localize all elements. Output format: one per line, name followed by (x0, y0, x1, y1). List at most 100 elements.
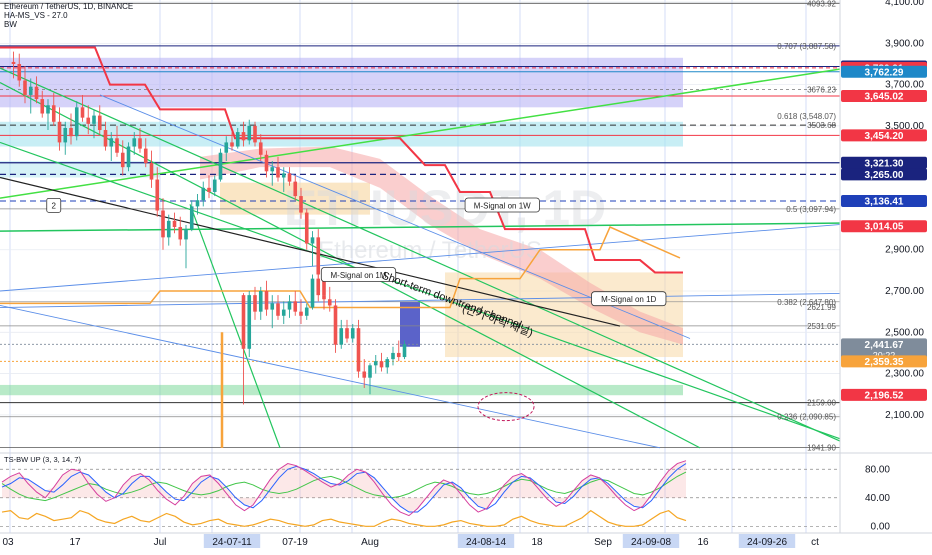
annotation-text-0: M-Signal on 1W (474, 201, 531, 210)
candle-26 (161, 198, 165, 250)
osc-title: TS-BW UP (3, 3, 14, 7) (4, 455, 81, 464)
candle-body-15 (97, 115, 102, 131)
candle-body-35 (212, 179, 217, 192)
candle-body-1 (17, 63, 22, 81)
candle-33 (201, 181, 206, 207)
candle-body-60 (270, 303, 275, 310)
time-label-1: 17 (69, 537, 81, 548)
candle-61 (276, 295, 280, 320)
osc-tick-1: 40.00 (865, 493, 890, 504)
candle-35 (212, 175, 217, 197)
candle-24 (149, 150, 154, 188)
candle-body-74 (350, 328, 355, 339)
level-label-9: 2159.00 (807, 399, 836, 408)
candle-body-12 (80, 107, 85, 118)
time-label-5: Aug (361, 537, 379, 548)
candle-body-7 (51, 105, 56, 122)
candle-body-42 (253, 125, 257, 143)
time-label-7: 18 (531, 537, 543, 548)
price-tag-9: 2,441.67 (865, 340, 904, 351)
level-label-10: 0.236 (2,090.85) (777, 413, 836, 422)
candle-body-29 (178, 227, 183, 240)
level-label-7: 2621.99 (807, 303, 836, 312)
candle-body-57 (253, 295, 257, 312)
candle-body-58 (258, 291, 263, 312)
candle-body-18 (115, 138, 119, 153)
price-chart[interactable]: ETHUSDT, 1D Ethereum / TetherUS M-Signal… (0, 0, 932, 550)
osc-orange-line (1, 509, 687, 527)
price-tick-1: 3,900.00 (885, 38, 924, 49)
candle-body-78 (373, 361, 378, 366)
candle-body-47 (281, 173, 286, 178)
candle-body-50 (299, 196, 303, 213)
candle-body-44 (264, 154, 269, 172)
candle-body-63 (287, 301, 292, 310)
candle-body-30 (184, 229, 188, 240)
price-tag-11: 2,196.52 (865, 390, 904, 401)
candle-body-75 (356, 328, 361, 372)
chart-stage[interactable]: ETHUSDT, 1D Ethereum / TetherUS M-Signal… (0, 0, 932, 550)
candle-body-34 (207, 187, 211, 192)
price-tag-4: 3,454.20 (865, 131, 904, 142)
candle-body-17 (109, 138, 114, 147)
candle-body-5 (40, 99, 45, 114)
candle-66 (304, 303, 309, 320)
candle-71 (333, 299, 338, 353)
level-label-2: 3676.23 (807, 86, 836, 95)
candle-body-68 (316, 278, 321, 296)
candle-body-73 (345, 328, 349, 339)
candle-body-23 (143, 148, 148, 164)
price-tag-6: 3,265.00 (865, 170, 904, 181)
time-label-4: 07-19 (282, 537, 308, 548)
candle-body-31 (189, 206, 194, 230)
candle-body-6 (46, 105, 50, 114)
candle-body-77 (368, 365, 372, 378)
candle-body-2 (23, 80, 27, 95)
candle-body-52 (310, 237, 315, 244)
candle-body-27 (166, 220, 171, 238)
candle-51 (304, 208, 309, 250)
candle-body-64 (293, 301, 298, 312)
level-label-0: 4093.92 (807, 0, 836, 8)
time-axis[interactable]: 03 17 Jul 24-07-11 07-19 Aug 24-08-14 18 Sep 24-0… (0, 532, 932, 550)
candle-79 (379, 352, 384, 372)
candle-body-49 (293, 181, 298, 197)
candle-30 (184, 224, 188, 269)
candle-63 (287, 295, 292, 318)
annotation-text-2: M-Signal on 1D (601, 295, 656, 304)
candle-body-61 (276, 303, 280, 316)
annotation-text-2: 2 (52, 201, 57, 210)
level-label-3: 0.618 (3,548.07) (777, 112, 836, 121)
candle-body-83 (402, 344, 407, 358)
candle-62 (281, 301, 286, 325)
time-label-8: Sep (594, 537, 612, 548)
candle-body-24 (149, 163, 154, 180)
candle-body-37 (224, 142, 229, 153)
candle-body-70 (327, 299, 332, 306)
candle-body-55 (241, 295, 246, 349)
candle-body-3 (28, 86, 33, 95)
candle-57 (253, 286, 257, 320)
price-tick-6: 2,500.00 (885, 327, 924, 338)
price-tag-5: 3,321.30 (865, 158, 904, 169)
candle-body-45 (270, 167, 275, 172)
time-label-9: 24-09-08 (631, 537, 671, 548)
level-label-4: 3503.68 (807, 121, 836, 130)
candle-body-51 (304, 212, 309, 244)
candle-52 (310, 231, 315, 267)
price-tick-0: 4,100.00 (885, 0, 924, 8)
candle-75 (356, 319, 361, 378)
candle-body-22 (138, 138, 142, 149)
candle-body-59 (264, 291, 269, 310)
level-label-5: 0.5 (3,097.94) (786, 205, 836, 214)
osc-tick-2: 0.00 (871, 521, 891, 532)
band-cyan-left (0, 160, 160, 178)
candle-body-65 (299, 311, 303, 316)
candle-body-81 (391, 352, 395, 360)
candle-80 (385, 357, 390, 374)
candle-body-0 (11, 61, 16, 64)
symbol-title: Ethereum / TetherUS, 1D, BINANCE (4, 2, 134, 11)
candle-body-62 (281, 309, 286, 316)
price-tag-7: 3,136.41 (865, 196, 904, 207)
band-green-support (0, 384, 683, 396)
